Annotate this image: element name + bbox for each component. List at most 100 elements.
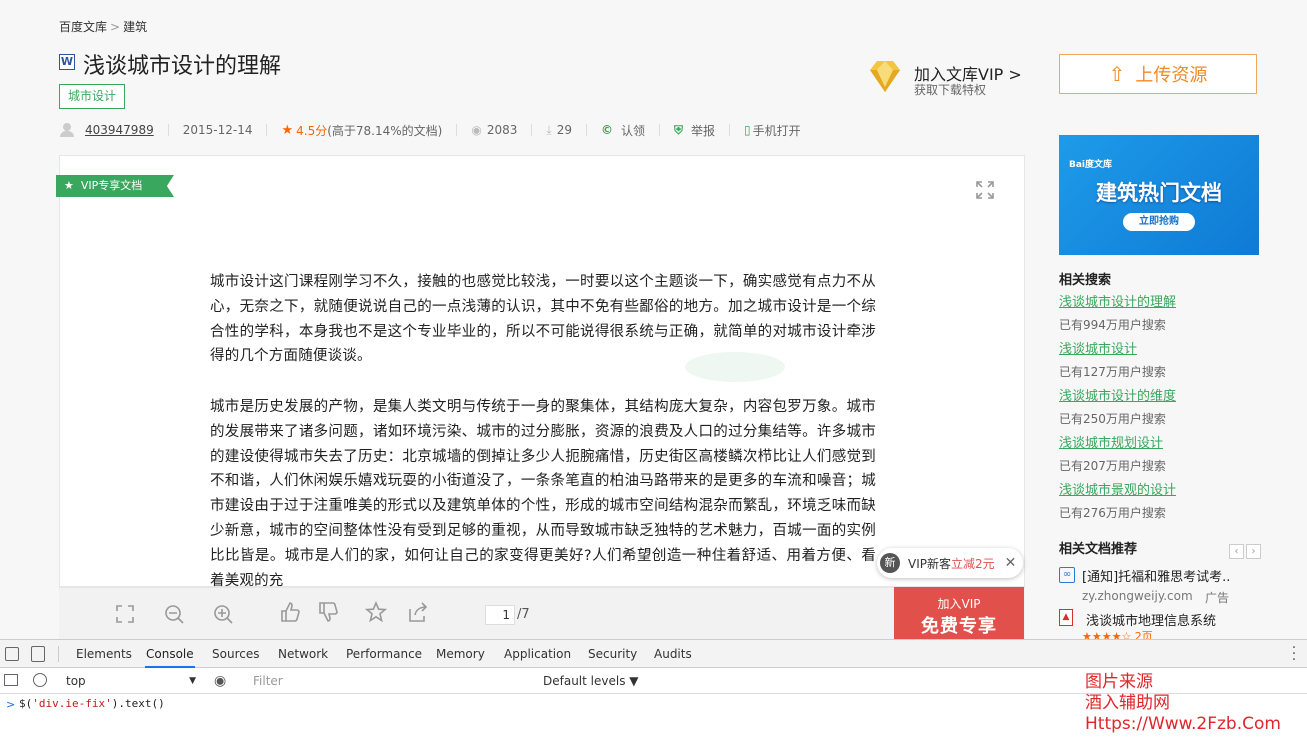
watermark-line: 图片来源 bbox=[1085, 672, 1153, 692]
vip-cta-big-label: 免费专享 bbox=[921, 616, 997, 637]
download-icon: ⤓ bbox=[546, 122, 552, 137]
author-link[interactable]: 403947989 bbox=[85, 123, 154, 137]
tab-network[interactable]: Network bbox=[277, 640, 329, 668]
word-doc-icon: W bbox=[59, 54, 75, 70]
user-icon bbox=[59, 123, 75, 137]
context-select[interactable]: top ▼ bbox=[63, 672, 199, 690]
page-number-input[interactable]: 1 bbox=[485, 605, 515, 625]
caret-down-icon: ▼ bbox=[189, 676, 196, 686]
ad-title: 建筑热门文档 bbox=[1096, 181, 1222, 205]
related-doc-link[interactable]: [通知]托福和雅思考试考.. bbox=[1082, 566, 1230, 585]
list-item: 浅谈城市设计已有127万用户搜索 bbox=[1059, 340, 1269, 387]
page-total: /7 bbox=[517, 607, 530, 622]
list-item: 浅谈城市景观的设计 已有276万用户搜索 bbox=[1059, 481, 1269, 528]
log-levels-dropdown[interactable]: Default levels ▼ bbox=[543, 672, 639, 690]
close-icon[interactable]: ✕ bbox=[1005, 555, 1017, 571]
upload-button-label: 上传资源 bbox=[1135, 65, 1208, 86]
chevron-left-icon[interactable]: ‹ bbox=[1229, 544, 1244, 559]
device-toolbar-icon[interactable] bbox=[31, 646, 45, 662]
view-count: 2083 bbox=[486, 123, 518, 137]
claim-link[interactable]: © 认领 bbox=[601, 122, 645, 139]
document-toolbar bbox=[59, 587, 1025, 639]
tab-console[interactable]: Console bbox=[145, 640, 195, 668]
diamond-icon bbox=[870, 61, 900, 92]
breadcrumb-home-link[interactable]: 百度文库 bbox=[59, 20, 107, 34]
breadcrumb-separator: > bbox=[110, 20, 121, 34]
console-sidebar-icon[interactable] bbox=[4, 674, 18, 686]
divider bbox=[58, 646, 59, 662]
thumbs-down-icon[interactable] bbox=[317, 601, 339, 623]
related-search-heading: 相关搜索 bbox=[1059, 273, 1112, 288]
related-search-link[interactable]: 浅谈城市设计的理解 bbox=[1059, 293, 1269, 312]
thumbs-up-icon[interactable] bbox=[279, 601, 301, 623]
tab-audits[interactable]: Audits bbox=[653, 640, 693, 668]
console-input[interactable]: $('div.ie-fix').text() bbox=[19, 697, 165, 710]
related-search-list: 浅谈城市设计的理解已有994万用户搜索 浅谈城市设计已有127万用户搜索 浅谈城… bbox=[1059, 293, 1269, 528]
chevron-right-icon[interactable]: › bbox=[1246, 544, 1261, 559]
join-vip-free-button[interactable]: 加入VIP 免费专享 bbox=[894, 587, 1024, 639]
ad-banner[interactable]: Bai度文库 建筑热门文档 立即抢购 bbox=[1059, 135, 1259, 255]
live-expression-eye-icon[interactable]: ◉ bbox=[214, 673, 226, 689]
ribbon-label: VIP专享文档 bbox=[80, 179, 143, 192]
doc-paragraph-2: 城市是历史发展的产物，是集人类文明与传统于一身的聚集体，其结构庞大复杂，内容包罗… bbox=[210, 399, 876, 587]
fit-screen-icon[interactable] bbox=[114, 603, 136, 625]
tab-performance[interactable]: Performance bbox=[345, 640, 423, 668]
command-part: $( bbox=[19, 697, 33, 710]
upload-button[interactable]: ⇧ 上传资源 bbox=[1059, 54, 1257, 94]
context-value: top bbox=[66, 674, 86, 688]
doc-paragraph-1: 城市设计这门课程刚学习不久，接触的也感觉比较浅，一时要以这个主题谈一下，确实感觉… bbox=[210, 274, 876, 365]
related-search-link[interactable]: 浅谈城市景观的设计 bbox=[1059, 481, 1269, 500]
rating-score: 4.5分 bbox=[296, 123, 328, 138]
related-doc-link[interactable]: 浅谈城市地理信息系统 bbox=[1086, 610, 1216, 629]
tab-memory[interactable]: Memory bbox=[435, 640, 486, 668]
share-icon[interactable] bbox=[407, 601, 429, 623]
tab-elements[interactable]: Elements bbox=[75, 640, 133, 668]
baidu-wenku-logo: Bai度文库 bbox=[1069, 160, 1113, 170]
console-filter-input[interactable]: Filter bbox=[246, 671, 536, 691]
ad-buy-button[interactable]: 立即抢购 bbox=[1123, 213, 1195, 231]
more-options-icon[interactable]: · · · bbox=[1290, 641, 1298, 667]
report-link[interactable]: ⛨ 举报 bbox=[674, 122, 715, 139]
download-count: 29 bbox=[556, 123, 572, 137]
related-docs-pager: ‹ › bbox=[1227, 539, 1261, 559]
pdf-icon: ▲ bbox=[1059, 609, 1073, 626]
new-user-text: VIP新客 bbox=[908, 556, 951, 571]
favorite-star-icon[interactable] bbox=[365, 601, 387, 623]
tab-security[interactable]: Security bbox=[587, 640, 638, 668]
ad-label: 广告 bbox=[1205, 591, 1230, 605]
zoom-in-icon[interactable] bbox=[212, 603, 234, 625]
related-search-link[interactable]: 浅谈城市设计 bbox=[1059, 340, 1269, 359]
console-prompt-icon: > bbox=[6, 698, 16, 711]
clear-console-icon[interactable] bbox=[33, 673, 47, 687]
tab-sources[interactable]: Sources bbox=[211, 640, 260, 668]
ribbon-star-icon: ★ bbox=[64, 179, 74, 192]
mobile-open-link[interactable]: ▯ 手机打开 bbox=[744, 122, 801, 139]
breadcrumb-category-link[interactable]: 建筑 bbox=[123, 20, 147, 34]
fullscreen-icon[interactable] bbox=[975, 180, 995, 200]
search-count: 已有250万用户搜索 bbox=[1059, 412, 1166, 426]
report-label: 举报 bbox=[691, 123, 716, 138]
eye-icon: ◉ bbox=[471, 123, 482, 137]
doc-tag[interactable]: 城市设计 bbox=[59, 84, 126, 109]
watermark-line: Https://Www.2Fzb.Com bbox=[1085, 714, 1281, 734]
breadcrumb: 百度文库 > 建筑 bbox=[59, 18, 147, 35]
tab-application[interactable]: Application bbox=[503, 640, 572, 668]
search-count: 已有127万用户搜索 bbox=[1059, 365, 1166, 379]
search-count: 已有994万用户搜索 bbox=[1059, 318, 1166, 332]
page: { "breadcrumb": {"home": "百度文库", "sep": … bbox=[0, 0, 1307, 756]
vip-exclusive-ribbon: ★ VIP专享文档 bbox=[56, 175, 174, 197]
new-badge: 新 bbox=[880, 553, 900, 573]
join-vip-link[interactable]: 加入文库VIP > 获取下载特权 bbox=[866, 57, 1026, 97]
related-search-link[interactable]: 浅谈城市设计的维度 bbox=[1059, 387, 1269, 406]
list-item: 浅谈城市设计的理解已有994万用户搜索 bbox=[1059, 293, 1269, 340]
upload-date: 2015-12-14 bbox=[182, 123, 253, 137]
upload-arrow-icon: ⇧ bbox=[1108, 62, 1126, 86]
new-user-discount: 立减2元 bbox=[951, 556, 995, 571]
doc-meta-row: 403947989 2015-12-14 ★ 4.5分 (高于78.14%的文档) … bbox=[59, 121, 801, 139]
command-part: ).text() bbox=[111, 697, 165, 710]
zoom-out-icon[interactable] bbox=[163, 603, 185, 625]
related-doc-source: zy.zhongweijy.com bbox=[1082, 589, 1193, 603]
new-user-promo[interactable]: 新 VIP新客 立减2元 ✕ bbox=[877, 548, 1023, 578]
inspect-element-icon[interactable] bbox=[5, 647, 19, 661]
related-search-link[interactable]: 浅谈城市规划设计 bbox=[1059, 434, 1269, 453]
